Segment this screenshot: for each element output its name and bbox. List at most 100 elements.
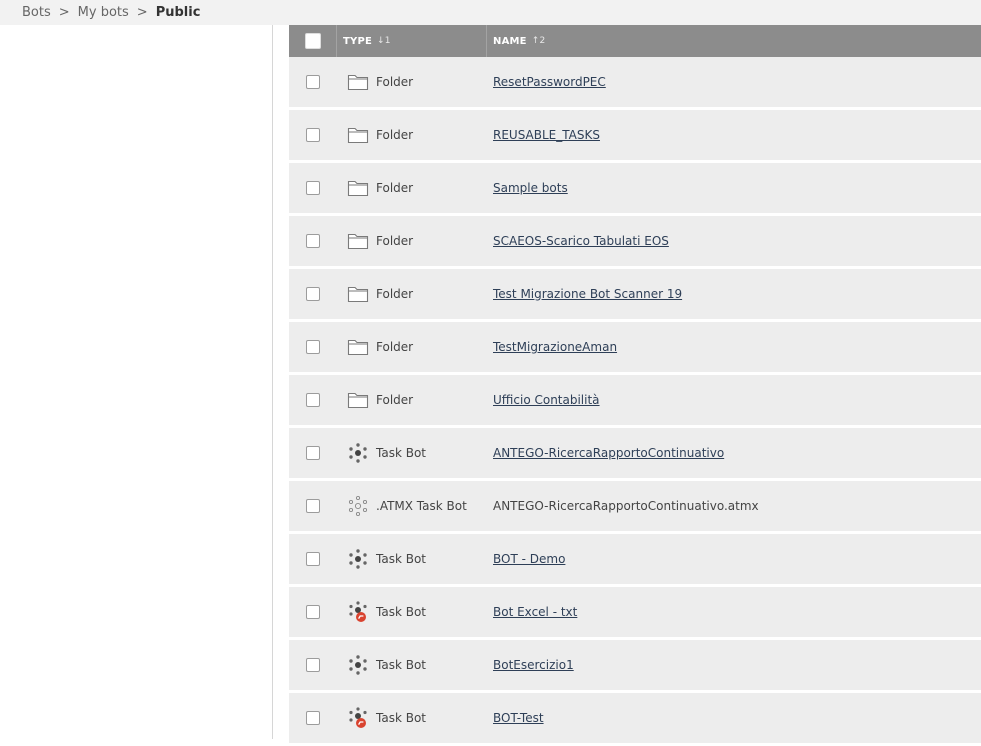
name-link[interactable]: Sample bots <box>493 181 568 195</box>
column-type-label: TYPE <box>343 35 373 47</box>
table-body: Folder ResetPasswordPEC Folder REUSABLE_TAS… <box>289 57 981 743</box>
table-row[interactable]: Task Bot ANTEGO-RicercaRapportoContinuati… <box>289 428 981 478</box>
row-checkbox[interactable] <box>306 499 320 513</box>
breadcrumb-separator: > <box>58 5 70 20</box>
row-checkbox[interactable] <box>306 711 320 725</box>
row-checkbox[interactable] <box>306 605 320 619</box>
type-cell: Folder <box>337 124 487 146</box>
row-select-cell <box>289 605 337 619</box>
type-cell: Folder <box>337 230 487 252</box>
task-bot-icon <box>347 442 369 464</box>
name-link[interactable]: Test Migrazione Bot Scanner 19 <box>493 287 682 301</box>
table-row[interactable]: .ATMX Task Bot ANTEGO-RicercaRapportoCont… <box>289 481 981 531</box>
row-checkbox[interactable] <box>306 128 320 142</box>
row-select-cell <box>289 499 337 513</box>
row-checkbox[interactable] <box>306 75 320 89</box>
name-link[interactable]: ANTEGO-RicercaRapportoContinuativo <box>493 446 724 460</box>
select-all-checkbox[interactable] <box>304 33 321 49</box>
row-select-cell <box>289 658 337 672</box>
table-row[interactable]: Folder Test Migrazione Bot Scanner 19 <box>289 269 981 319</box>
row-select-cell <box>289 75 337 89</box>
table-header: TYPE ↓1 NAME ↑2 <box>289 25 981 57</box>
column-name-label: NAME <box>493 35 527 47</box>
row-select-cell <box>289 711 337 725</box>
breadcrumb-bots[interactable]: Bots <box>22 5 51 20</box>
name-cell: Test Migrazione Bot Scanner 19 <box>487 287 981 301</box>
table-row[interactable]: Folder TestMigrazioneAman <box>289 322 981 372</box>
column-header-type[interactable]: TYPE ↓1 <box>337 25 487 57</box>
type-cell: .ATMX Task Bot <box>337 495 487 517</box>
folder-icon <box>347 230 369 252</box>
type-cell: Task Bot <box>337 654 487 676</box>
name-link[interactable]: TestMigrazioneAman <box>493 340 617 354</box>
name-cell: BOT - Demo <box>487 552 981 566</box>
type-label: Task Bot <box>376 711 426 725</box>
type-label: Folder <box>376 287 414 301</box>
type-cell: Task Bot <box>337 442 487 464</box>
row-select-cell <box>289 446 337 460</box>
type-label: Folder <box>376 75 414 89</box>
type-cell: Folder <box>337 177 487 199</box>
type-cell: Folder <box>337 389 487 411</box>
pane-divider[interactable] <box>272 25 273 739</box>
name-cell: ResetPasswordPEC <box>487 75 981 89</box>
row-checkbox[interactable] <box>306 234 320 248</box>
name-link[interactable]: Ufficio Contabilità <box>493 393 600 407</box>
name-cell: BotEsercizio1 <box>487 658 981 672</box>
type-label: Folder <box>376 128 414 142</box>
breadcrumb-my-bots[interactable]: My bots <box>78 5 129 20</box>
folder-icon <box>347 71 369 93</box>
sort-ascending-icon: ↑2 <box>531 36 546 46</box>
name-link[interactable]: BOT-Test <box>493 711 544 725</box>
task-bot-icon <box>347 654 369 676</box>
type-label: Folder <box>376 181 414 195</box>
row-checkbox[interactable] <box>306 393 320 407</box>
name-link[interactable]: BotEsercizio1 <box>493 658 574 672</box>
table-row[interactable]: Folder Ufficio Contabilità <box>289 375 981 425</box>
sort-descending-icon: ↓1 <box>377 36 391 46</box>
table-row[interactable]: Folder Sample bots <box>289 163 981 213</box>
type-label: Task Bot <box>376 658 426 672</box>
name-cell: ANTEGO-RicercaRapportoContinuativo <box>487 446 981 460</box>
type-cell: Task Bot <box>337 601 487 623</box>
table-row[interactable]: Folder ResetPasswordPEC <box>289 57 981 107</box>
task-bot-checked-out-icon <box>347 707 369 729</box>
row-checkbox[interactable] <box>306 658 320 672</box>
name-link[interactable]: REUSABLE_TASKS <box>493 128 600 142</box>
table-row[interactable]: Folder REUSABLE_TASKS <box>289 110 981 160</box>
row-select-cell <box>289 234 337 248</box>
select-all-cell <box>289 25 337 57</box>
name-cell: REUSABLE_TASKS <box>487 128 981 142</box>
name-link[interactable]: ResetPasswordPEC <box>493 75 606 89</box>
type-label: Task Bot <box>376 605 426 619</box>
table-row[interactable]: Task Bot BOT-Test <box>289 693 981 743</box>
breadcrumb-public: Public <box>155 5 201 20</box>
row-select-cell <box>289 393 337 407</box>
table-row[interactable]: Task Bot BotEsercizio1 <box>289 640 981 690</box>
row-checkbox[interactable] <box>306 446 320 460</box>
bots-table: TYPE ↓1 NAME ↑2 Folder ResetPasswordPEC Fo… <box>289 25 981 746</box>
table-row[interactable]: Task Bot BOT - Demo <box>289 534 981 584</box>
table-row[interactable]: Task Bot Bot Excel - txt <box>289 587 981 637</box>
row-select-cell <box>289 552 337 566</box>
name-link[interactable]: SCAEOS-Scarico Tabulati EOS <box>493 234 669 248</box>
row-checkbox[interactable] <box>306 340 320 354</box>
name-link[interactable]: BOT - Demo <box>493 552 565 566</box>
folder-icon <box>347 336 369 358</box>
name-cell: Bot Excel - txt <box>487 605 981 619</box>
task-bot-checked-out-icon <box>347 601 369 623</box>
table-row[interactable]: Folder SCAEOS-Scarico Tabulati EOS <box>289 216 981 266</box>
type-label: Task Bot <box>376 446 426 460</box>
row-select-cell <box>289 128 337 142</box>
name-link[interactable]: Bot Excel - txt <box>493 605 577 619</box>
row-checkbox[interactable] <box>306 287 320 301</box>
row-checkbox[interactable] <box>306 552 320 566</box>
folder-icon <box>347 124 369 146</box>
type-label: Folder <box>376 393 414 407</box>
name-cell: TestMigrazioneAman <box>487 340 981 354</box>
name-cell: BOT-Test <box>487 711 981 725</box>
row-checkbox[interactable] <box>306 181 320 195</box>
type-label: Folder <box>376 340 414 354</box>
column-header-name[interactable]: NAME ↑2 <box>487 25 981 57</box>
folder-icon <box>347 177 369 199</box>
